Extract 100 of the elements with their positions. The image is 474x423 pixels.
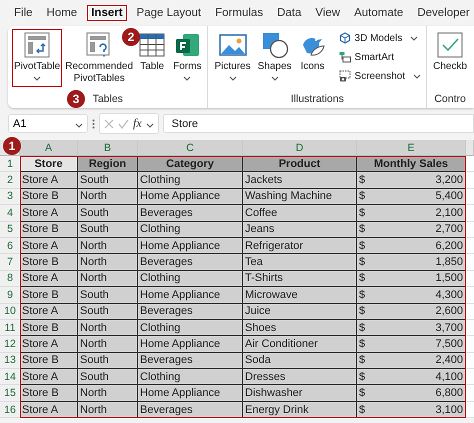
row-number[interactable]: 6 <box>0 238 20 254</box>
chevron-down-icon <box>228 76 237 81</box>
table-cell: North <box>78 385 138 402</box>
row-number[interactable]: 4 <box>0 205 20 222</box>
table-cell: Store B <box>20 287 78 304</box>
row-number[interactable]: 2 <box>0 172 20 189</box>
table-cell: Store A <box>20 336 78 353</box>
table-cell: 2,600 <box>379 304 466 320</box>
column-header[interactable]: C <box>138 140 243 156</box>
column-header[interactable] <box>466 140 474 156</box>
row-number[interactable]: 1 <box>0 156 20 172</box>
table-cell: North <box>78 320 138 336</box>
ribbon-button[interactable]: Icons <box>296 29 329 87</box>
table-cell: Juice <box>243 304 357 320</box>
table-cell: $ <box>357 352 379 370</box>
row-number[interactable]: 12 <box>0 336 20 353</box>
table-cell: 2,100 <box>379 205 466 222</box>
table-cell: 1,850 <box>379 254 466 271</box>
ribbon-button[interactable]: 3D Models <box>338 31 422 45</box>
column-header[interactable]: B <box>78 140 138 156</box>
table-cell: Shoes <box>243 320 357 336</box>
table-cell: Microwave <box>243 287 357 304</box>
column-header[interactable]: D <box>243 140 357 156</box>
ribbon-button[interactable]: Pictures <box>212 29 253 87</box>
row-number[interactable]: 8 <box>0 270 20 288</box>
table-cell: Clothing <box>138 320 243 336</box>
menu-tab[interactable]: File <box>10 5 37 21</box>
table-cell: North <box>78 238 138 254</box>
table-cell: South <box>78 304 138 320</box>
table-cell: Store B <box>20 254 78 271</box>
table-cell: $ <box>357 304 379 320</box>
insert-function-button[interactable]: fx <box>133 116 142 131</box>
menu-tab[interactable]: Formulas <box>211 5 268 21</box>
ribbon-button[interactable]: Screenshot <box>338 69 422 83</box>
table-cell: $ <box>357 188 379 206</box>
ribbon-button[interactable]: Forms <box>171 29 204 87</box>
row-number[interactable]: 15 <box>0 385 20 402</box>
ribbon-button[interactable]: PivotTable <box>12 29 62 87</box>
menu-tab[interactable]: Home <box>42 5 82 21</box>
table-cell: Home Appliance <box>138 287 243 304</box>
table-cell: $ <box>357 254 379 271</box>
table-cell: Beverages <box>138 205 243 222</box>
table-cell: Store B <box>20 222 78 238</box>
table-cell: $ <box>357 205 379 222</box>
table-cell: Store A <box>20 270 78 288</box>
table-cell: Store B <box>20 385 78 402</box>
menu-tab[interactable]: Data <box>273 5 306 21</box>
ribbon-button[interactable]: Checkb <box>431 29 470 87</box>
table-cell: Store B <box>20 320 78 336</box>
row-number[interactable]: 14 <box>0 369 20 386</box>
table-cell: Washing Machine <box>243 188 357 206</box>
column-header[interactable]: A <box>20 140 78 156</box>
menu-tab[interactable]: Insert <box>87 5 127 21</box>
header-cell: Monthly Sales <box>357 156 466 172</box>
cancel-icon[interactable] <box>104 118 114 128</box>
table-cell: $ <box>357 270 379 288</box>
header-cell: Store <box>20 156 78 172</box>
table-cell: Home Appliance <box>138 336 243 353</box>
ribbon-button[interactable]: Shapes <box>256 29 294 87</box>
formula-field[interactable]: Store <box>162 114 474 133</box>
menu-tab[interactable]: Automate <box>350 5 408 21</box>
header-cell: Category <box>138 156 243 172</box>
shapes-icon <box>260 31 289 59</box>
ribbon-button[interactable]: SmartArt <box>338 50 422 64</box>
table-cell: 7,500 <box>379 336 466 353</box>
column-header[interactable]: E <box>357 140 466 156</box>
table-cell: 4,100 <box>379 369 466 386</box>
table-cell: Store A <box>20 205 78 222</box>
table-cell: South <box>78 222 138 238</box>
row-number[interactable]: 10 <box>0 304 20 320</box>
table-cell: Coffee <box>243 205 357 222</box>
chevron-down-icon <box>183 76 192 81</box>
forms-icon <box>173 31 202 59</box>
screenshot-icon <box>338 70 351 82</box>
row-number[interactable]: 9 <box>0 287 20 304</box>
table-cell: Dresses <box>243 369 357 386</box>
row-number[interactable]: 13 <box>0 352 20 370</box>
group-label: Tables <box>92 93 123 105</box>
row-number[interactable]: 11 <box>0 320 20 336</box>
chevron-down-icon <box>270 76 279 81</box>
table-cell: $ <box>357 369 379 386</box>
row-number[interactable]: 3 <box>0 188 20 206</box>
name-box[interactable]: A1 <box>8 114 88 133</box>
table-cell: Dishwasher <box>243 385 357 402</box>
table-cell: $ <box>357 222 379 238</box>
menu-tab[interactable]: Page Layout <box>132 5 206 21</box>
table-cell: 3,700 <box>379 320 466 336</box>
table-cell: Store A <box>20 369 78 386</box>
row-number[interactable]: 5 <box>0 222 20 238</box>
row-number[interactable]: 16 <box>0 402 20 418</box>
table-cell: $ <box>357 172 379 189</box>
table-cell: Beverages <box>138 254 243 271</box>
menu-tab[interactable]: Developer <box>413 5 474 21</box>
chevron-down-icon <box>410 36 418 40</box>
table-cell: South <box>78 287 138 304</box>
menu-tab[interactable]: View <box>311 5 344 21</box>
check-icon[interactable] <box>118 118 129 128</box>
table-cell: 6,200 <box>379 238 466 254</box>
group-label: Illustrations <box>290 93 344 105</box>
row-number[interactable]: 7 <box>0 254 20 271</box>
